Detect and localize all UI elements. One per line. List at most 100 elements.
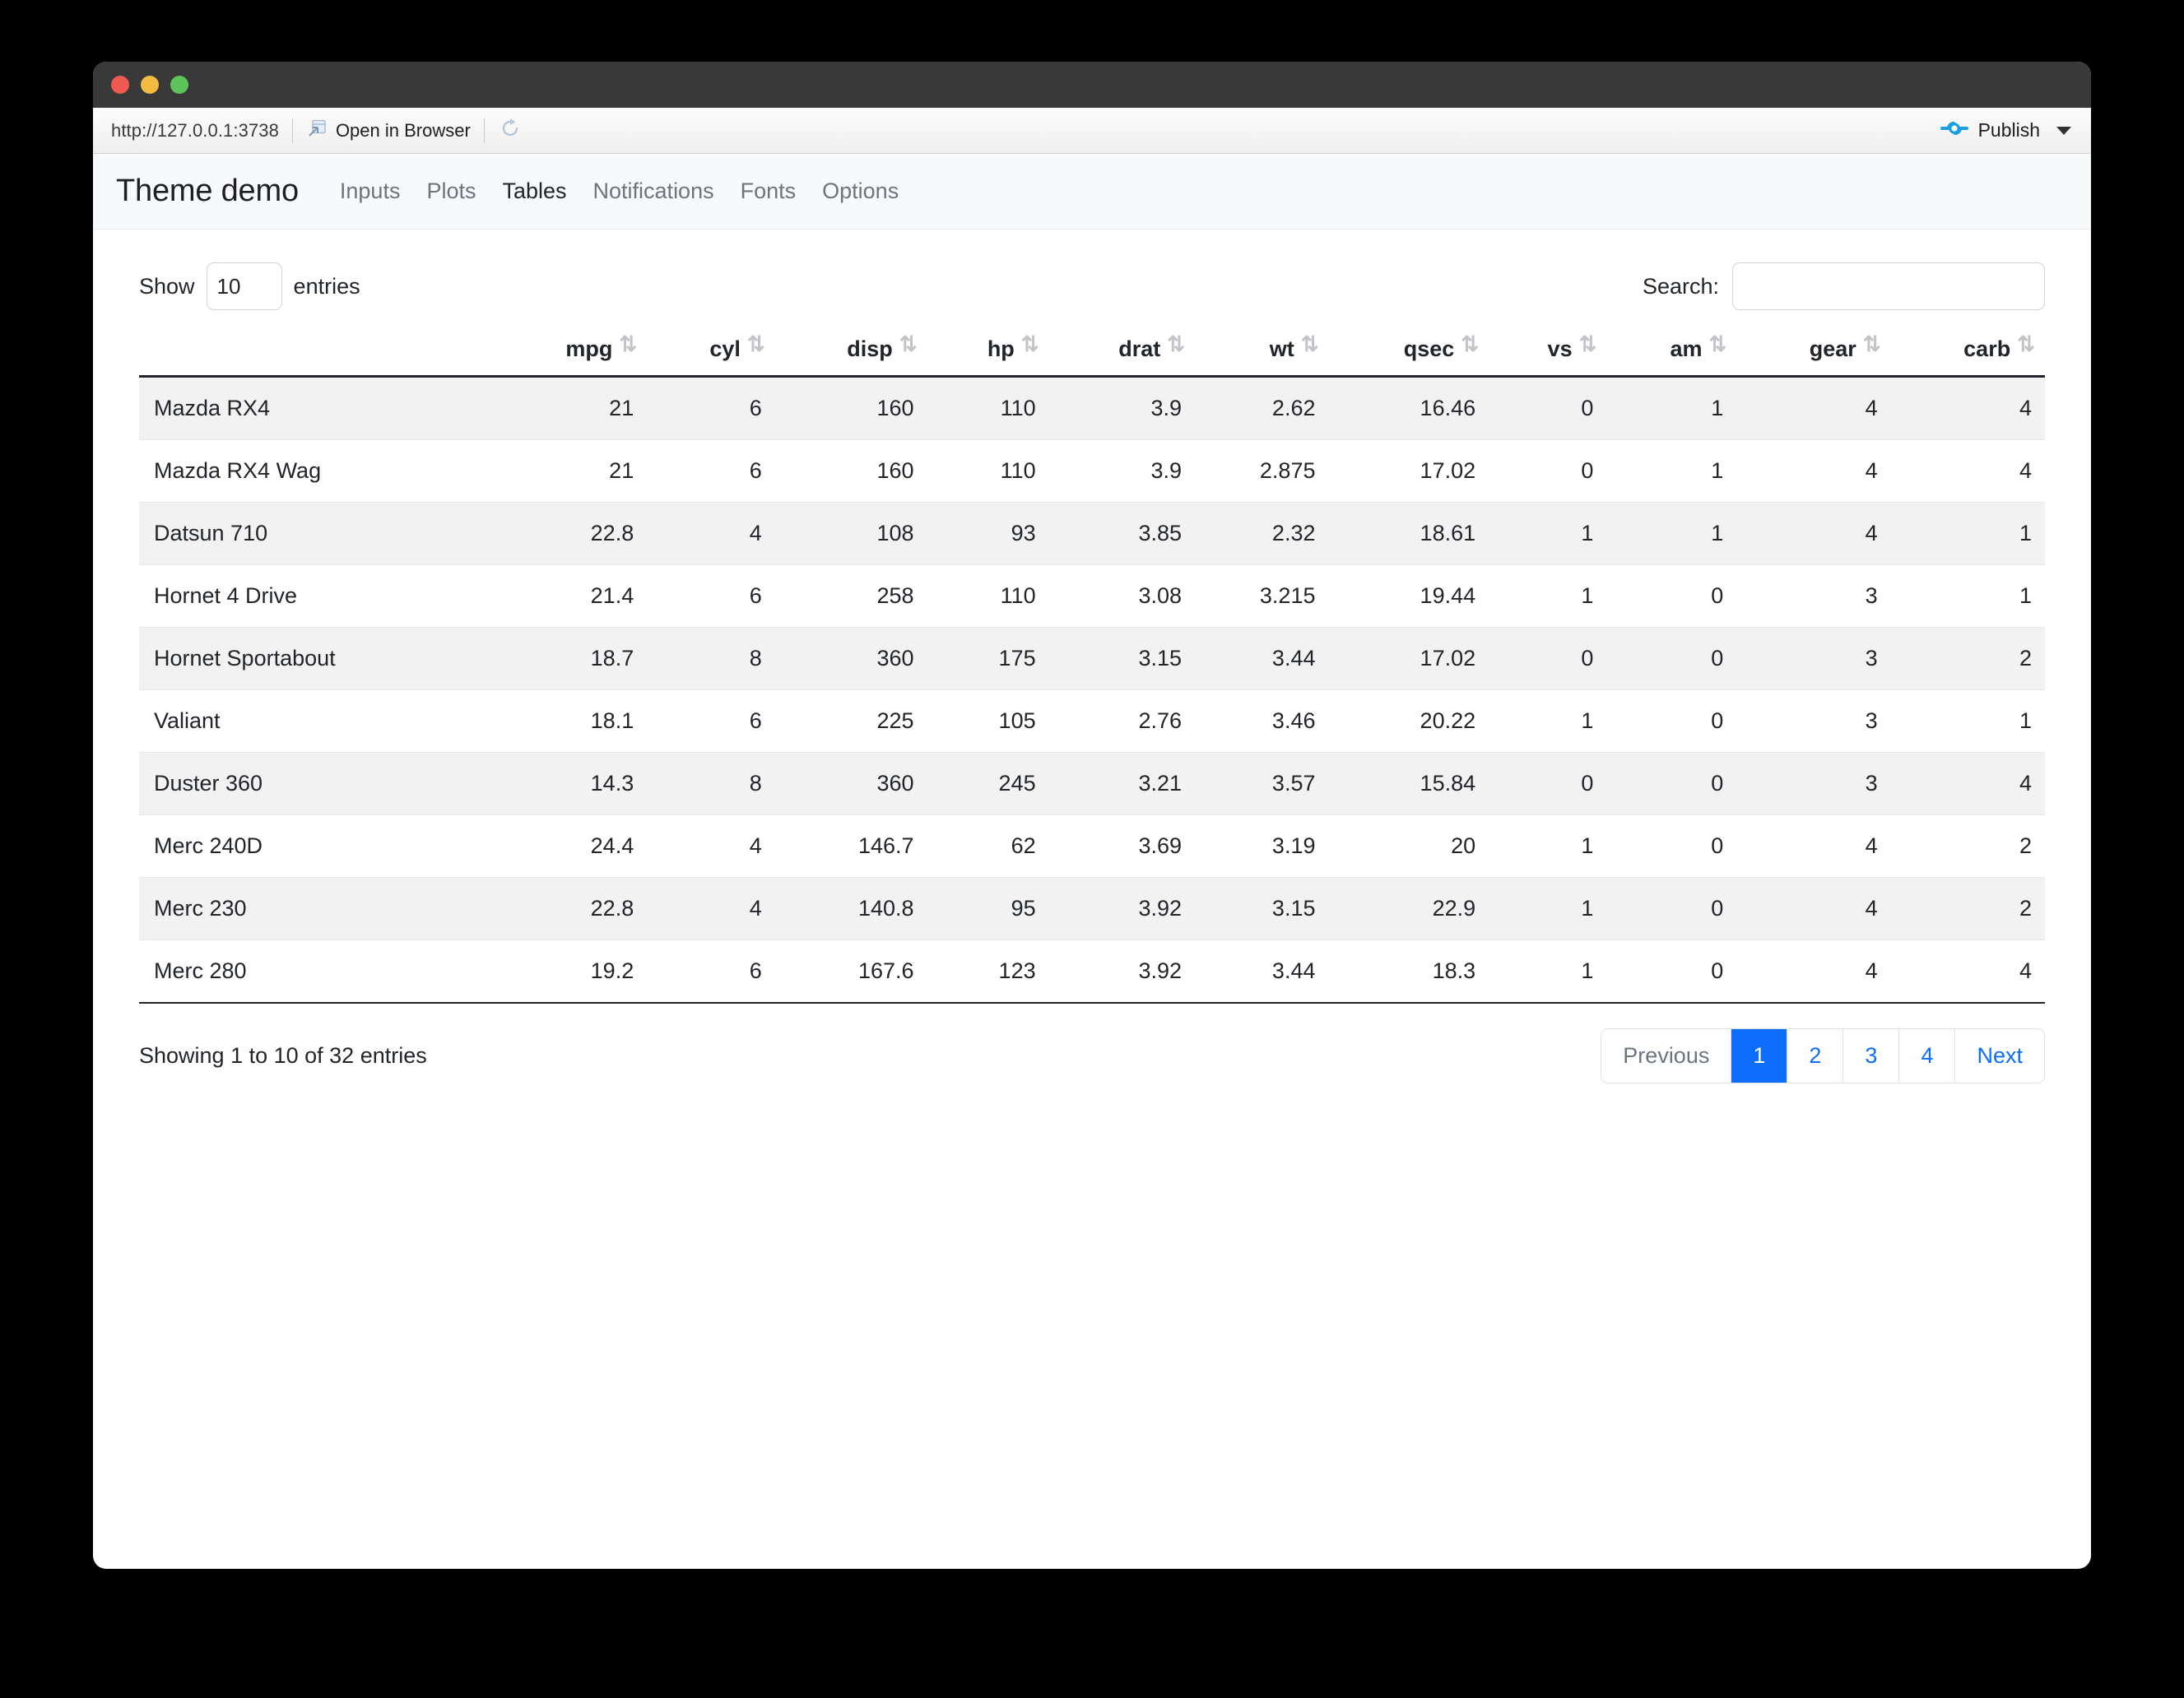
entries-select[interactable]: 10 (207, 262, 282, 310)
pagination-page-2[interactable]: 2 (1787, 1029, 1843, 1083)
column-label-wt: wt (1270, 336, 1294, 361)
table-row: Merc 23022.84140.8953.923.1522.91042 (139, 878, 2045, 940)
table-cell-name: Hornet 4 Drive (139, 565, 493, 628)
nav-item-notifications[interactable]: Notifications (580, 179, 727, 204)
table-cell-carb: 2 (1891, 878, 2045, 940)
table-cell-hp: 175 (927, 628, 1049, 690)
sort-ascdesc-icon[interactable]: ⇅ (1021, 333, 1036, 355)
open-in-browser-label: Open in Browser (336, 120, 471, 142)
app-window: http://127.0.0.1:3738 Open in Browser (93, 62, 2091, 1569)
column-header-qsec[interactable]: qsec⇅ (1328, 328, 1489, 377)
table-cell-vs: 0 (1489, 753, 1606, 815)
table-row: Merc 240D24.44146.7623.693.19201042 (139, 815, 2045, 878)
table-cell-drat: 3.92 (1049, 878, 1195, 940)
refresh-icon[interactable] (498, 116, 523, 146)
table-row: Mazda RX42161601103.92.6216.460144 (139, 377, 2045, 440)
table-cell-mpg: 21 (493, 440, 647, 503)
entries-length-control: Show 10 entries (139, 262, 360, 310)
table-row: Duster 36014.383602453.213.5715.840034 (139, 753, 2045, 815)
table-cell-cyl: 8 (647, 628, 775, 690)
table-cell-name: Mazda RX4 Wag (139, 440, 493, 503)
column-header-carb[interactable]: carb⇅ (1891, 328, 2045, 377)
table-cell-disp: 160 (775, 377, 927, 440)
url-label: http://127.0.0.1:3738 (111, 120, 279, 142)
pagination-previous[interactable]: Previous (1601, 1029, 1731, 1083)
table-cell-am: 0 (1606, 690, 1736, 753)
column-header-name[interactable] (139, 328, 493, 377)
column-header-hp[interactable]: hp⇅ (927, 328, 1049, 377)
column-header-vs[interactable]: vs⇅ (1489, 328, 1606, 377)
sort-ascdesc-icon[interactable]: ⇅ (1709, 333, 1724, 355)
close-window-button[interactable] (111, 76, 129, 94)
table-row: Merc 28019.26167.61233.923.4418.31044 (139, 940, 2045, 1004)
sort-ascdesc-icon[interactable]: ⇅ (1579, 333, 1594, 355)
table-cell-name: Merc 280 (139, 940, 493, 1004)
sort-ascdesc-icon[interactable]: ⇅ (1461, 333, 1475, 355)
pagination-next[interactable]: Next (1955, 1029, 2044, 1083)
pagination-page-1[interactable]: 1 (1731, 1029, 1787, 1083)
table-cell-cyl: 6 (647, 690, 775, 753)
table-cell-cyl: 6 (647, 565, 775, 628)
table-cell-vs: 1 (1489, 503, 1606, 565)
entries-label: entries (294, 274, 360, 299)
nav-item-options[interactable]: Options (809, 179, 912, 204)
table-cell-qsec: 17.02 (1328, 628, 1489, 690)
column-label-mpg: mpg (565, 336, 612, 361)
table-cell-gear: 4 (1736, 940, 1890, 1004)
table-cell-wt: 2.62 (1195, 377, 1328, 440)
table-cell-drat: 2.76 (1049, 690, 1195, 753)
publish-label: Publish (1978, 119, 2040, 142)
navbar-brand[interactable]: Theme demo (116, 174, 299, 209)
table-cell-wt: 3.46 (1195, 690, 1328, 753)
table-cell-hp: 105 (927, 690, 1049, 753)
table-cell-carb: 4 (1891, 377, 2045, 440)
table-cell-hp: 123 (927, 940, 1049, 1004)
maximize-window-button[interactable] (170, 76, 188, 94)
table-cell-vs: 0 (1489, 628, 1606, 690)
publish-button[interactable]: Publish (1940, 117, 2075, 145)
pagination-page-3[interactable]: 3 (1843, 1029, 1899, 1083)
column-header-wt[interactable]: wt ⇅ (1195, 328, 1328, 377)
table-row: Hornet Sportabout18.783601753.153.4417.0… (139, 628, 2045, 690)
table-cell-hp: 245 (927, 753, 1049, 815)
pagination: Previous 1 2 3 4 Next (1601, 1028, 2045, 1083)
table-cell-qsec: 20 (1328, 815, 1489, 878)
table-cell-gear: 4 (1736, 878, 1890, 940)
sort-ascdesc-icon[interactable]: ⇅ (899, 333, 914, 355)
chevron-down-icon[interactable] (2056, 127, 2071, 135)
sort-ascdesc-icon[interactable]: ⇅ (619, 333, 634, 355)
open-in-browser-button[interactable]: Open in Browser (306, 118, 471, 144)
minimize-window-button[interactable] (141, 76, 159, 94)
column-label-drat: drat (1118, 336, 1160, 361)
column-header-cyl[interactable]: cyl⇅ (647, 328, 775, 377)
column-header-disp[interactable]: disp⇅ (775, 328, 927, 377)
nav-item-plots[interactable]: Plots (413, 179, 489, 204)
table-cell-carb: 2 (1891, 628, 2045, 690)
nav-item-fonts[interactable]: Fonts (727, 179, 810, 204)
column-header-drat[interactable]: drat ⇅ (1049, 328, 1195, 377)
column-header-am[interactable]: am⇅ (1606, 328, 1736, 377)
sort-ascdesc-icon[interactable]: ⇅ (2017, 333, 2032, 355)
window-titlebar (93, 62, 2091, 108)
table-cell-am: 1 (1606, 440, 1736, 503)
table-cell-drat: 3.08 (1049, 565, 1195, 628)
sort-ascdesc-icon[interactable]: ⇅ (1301, 333, 1316, 355)
sort-ascdesc-icon[interactable]: ⇅ (1863, 333, 1878, 355)
column-header-gear[interactable]: gear⇅ (1736, 328, 1890, 377)
table-cell-hp: 93 (927, 503, 1049, 565)
sort-ascdesc-icon[interactable]: ⇅ (1167, 333, 1182, 355)
table-cell-carb: 4 (1891, 753, 2045, 815)
nav-item-inputs[interactable]: Inputs (327, 179, 414, 204)
table-cell-wt: 3.15 (1195, 878, 1328, 940)
table-cell-drat: 3.9 (1049, 377, 1195, 440)
search-input[interactable] (1732, 262, 2045, 310)
nav-item-tables[interactable]: Tables (489, 179, 579, 204)
column-header-mpg[interactable]: mpg ⇅ (493, 328, 647, 377)
table-cell-disp: 146.7 (775, 815, 927, 878)
table-cell-mpg: 14.3 (493, 753, 647, 815)
table-cell-wt: 3.44 (1195, 628, 1328, 690)
table-cell-wt: 3.57 (1195, 753, 1328, 815)
sort-ascdesc-icon[interactable]: ⇅ (747, 333, 762, 355)
table-cell-vs: 1 (1489, 878, 1606, 940)
pagination-page-4[interactable]: 4 (1899, 1029, 1955, 1083)
